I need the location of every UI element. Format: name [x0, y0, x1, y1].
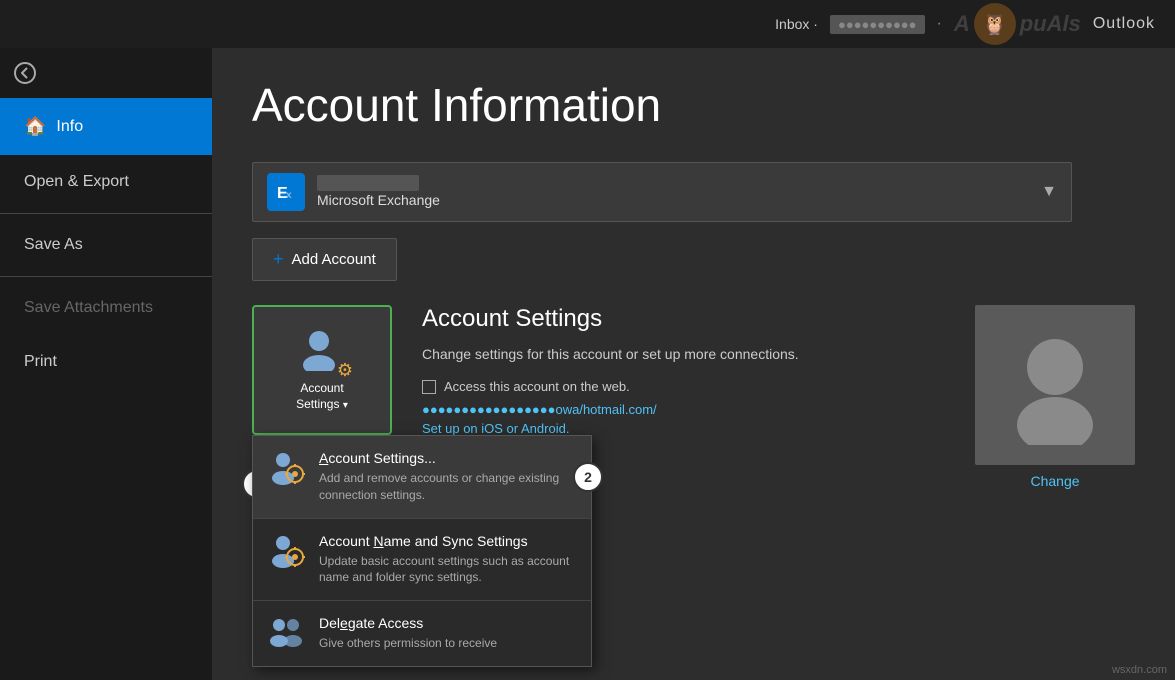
email-blurred: ●●●●●●●●●●	[830, 15, 925, 34]
page-title: Account Information	[252, 78, 1135, 132]
add-account-button[interactable]: + Add Account	[252, 238, 397, 281]
home-icon: 🏠	[24, 116, 46, 137]
sidebar-save-as-label: Save As	[24, 236, 83, 254]
sidebar-open-export-label: Open & Export	[24, 173, 129, 191]
dropdown-item-1-text: Account Settings... Add and remove accou…	[319, 450, 575, 504]
email-display: ●●●●●●●●●●●●●	[317, 176, 1041, 190]
sidebar-info-label: Info	[56, 118, 83, 136]
add-icon: +	[273, 249, 284, 270]
content-area: Account Information E x ●●●●●●●●●●●●● Mi…	[212, 48, 1175, 680]
account-info: ●●●●●●●●●●●●● Microsoft Exchange	[317, 176, 1041, 208]
account-settings-button[interactable]: ⚙ AccountSettings ▾	[252, 305, 392, 435]
user-icon-container: ⚙	[297, 327, 347, 377]
sidebar-item-save-attachments: Save Attachments	[0, 281, 212, 335]
top-bar: Inbox · ●●●●●●●●●● · A 🦉 puAls Outlook	[0, 0, 1175, 48]
dropdown-item-3-desc: Give others permission to receive	[319, 635, 497, 652]
sidebar-item-info[interactable]: 🏠 Info	[0, 98, 212, 155]
inbox-label: Inbox ·	[775, 16, 818, 32]
dropdown-item-2-desc: Update basic account settings such as ac…	[319, 553, 575, 587]
dropdown-item-2-text: Account Name and Sync Settings Update ba…	[319, 533, 575, 587]
watermark: A	[954, 11, 970, 37]
profile-section: Change	[975, 305, 1135, 489]
account-settings-desc: Change settings for this account or set …	[422, 343, 945, 365]
account-settings-icon	[269, 450, 305, 486]
watermark2: puAls	[1020, 11, 1081, 37]
sidebar-print-label: Print	[24, 353, 57, 371]
dropdown-item-3-title: Delegate Access	[319, 615, 497, 631]
account-settings-btn-label: AccountSettings ▾	[296, 381, 348, 412]
sidebar-divider	[0, 213, 212, 214]
dropdown-item-2-title: Account Name and Sync Settings	[319, 533, 575, 549]
sidebar-divider-2	[0, 276, 212, 277]
back-icon	[14, 62, 36, 84]
profile-picture	[975, 305, 1135, 465]
main-layout: 🏠 Info Open & Export Save As Save Attach…	[0, 48, 1175, 680]
dropdown-item-1-title: Account Settings...	[319, 450, 575, 466]
dropdown-item-account-settings[interactable]: Account Settings... Add and remove accou…	[253, 436, 591, 518]
back-button[interactable]	[0, 48, 50, 98]
account-name-sync-icon	[269, 533, 305, 569]
account-selector[interactable]: E x ●●●●●●●●●●●●● Microsoft Exchange ▼	[252, 162, 1072, 222]
dropdown-item-1-desc: Add and remove accounts or change existi…	[319, 470, 575, 504]
sidebar: 🏠 Info Open & Export Save As Save Attach…	[0, 48, 212, 680]
provider-name: Microsoft Exchange	[317, 192, 1041, 208]
delegate-access-icon	[269, 615, 305, 651]
svg-text:x: x	[286, 190, 292, 201]
logo-area: A 🦉 puAls	[954, 3, 1081, 45]
owa-link[interactable]: ●●●●●●●●●●●●●●●●●owa/hotmail.com/	[422, 402, 945, 417]
gear-icon: ⚙	[337, 360, 353, 381]
add-account-label: Add Account	[292, 251, 376, 268]
account-settings-wrapper: ⚙ AccountSettings ▾ 1	[252, 305, 392, 489]
sidebar-item-print[interactable]: Print	[0, 335, 212, 389]
user-avatar-icon	[297, 327, 341, 371]
profile-avatar-svg	[1005, 325, 1105, 445]
account-settings-title: Account Settings	[422, 305, 945, 333]
sidebar-item-save-as[interactable]: Save As	[0, 218, 212, 272]
dropdown-item-delegate[interactable]: Delegate Access Give others permission t…	[253, 601, 591, 666]
sidebar-save-attach-label: Save Attachments	[24, 299, 153, 317]
wsxdn-watermark: wsxdn.com	[1112, 664, 1167, 676]
web-access-row: Access this account on the web.	[422, 379, 945, 394]
web-access-label: Access this account on the web.	[444, 379, 630, 394]
outlook-label: Outlook	[1093, 15, 1155, 33]
sidebar-item-open-export[interactable]: Open & Export	[0, 155, 212, 209]
account-settings-dropdown: Account Settings... Add and remove accou…	[252, 435, 592, 667]
owl-icon: 🦉	[974, 3, 1016, 45]
exchange-icon: E x	[267, 173, 305, 211]
change-photo-link[interactable]: Change	[1030, 473, 1079, 489]
web-access-checkbox[interactable]	[422, 380, 436, 394]
dropdown-item-name-sync[interactable]: Account Name and Sync Settings Update ba…	[253, 519, 591, 601]
dropdown-arrow-icon: ▼	[1041, 183, 1057, 201]
account-settings-section: ⚙ AccountSettings ▾ 1	[252, 305, 1135, 489]
dropdown-item-3-text: Delegate Access Give others permission t…	[319, 615, 497, 652]
badge-2: 2	[573, 462, 603, 492]
